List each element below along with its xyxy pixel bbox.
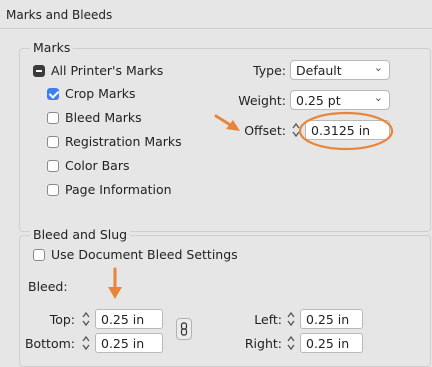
color-bars-checkbox[interactable]: [47, 160, 59, 172]
type-label: Type:: [253, 63, 286, 78]
top-input[interactable]: 0.25 in: [95, 309, 163, 329]
right-stepper[interactable]: [285, 333, 299, 353]
all-printers-marks-label[interactable]: All Printer's Marks: [51, 63, 163, 78]
right-label: Right:: [244, 336, 282, 351]
registration-marks-label[interactable]: Registration Marks: [65, 134, 182, 149]
bleed-marks-label[interactable]: Bleed Marks: [65, 110, 142, 125]
bleed-slug-legend: Bleed and Slug: [30, 227, 131, 242]
top-input-value: 0.25 in: [101, 312, 145, 327]
stepper-icon: [82, 335, 90, 351]
top-label: Top:: [49, 312, 75, 327]
weight-label: Weight:: [238, 93, 286, 108]
chevron-down-icon: ⌄: [373, 91, 383, 104]
left-input-value: 0.25 in: [306, 312, 350, 327]
all-printers-marks-checkbox[interactable]: [33, 65, 45, 77]
bleed-label: Bleed:: [28, 279, 68, 294]
page-information-label[interactable]: Page Information: [65, 182, 172, 197]
marks-legend: Marks: [30, 40, 74, 55]
chain-link-icon: [180, 322, 188, 336]
weight-select-value: 0.25 pt: [296, 93, 341, 108]
offset-label: Offset:: [244, 123, 286, 138]
right-input[interactable]: 0.25 in: [300, 333, 363, 353]
stepper-icon: [82, 311, 90, 327]
link-settings-button[interactable]: [176, 318, 192, 340]
chevron-down-icon: ⌄: [373, 61, 383, 74]
bleed-marks-checkbox[interactable]: [47, 112, 59, 124]
section-title: Marks and Bleeds: [6, 8, 113, 22]
use-document-bleed-label[interactable]: Use Document Bleed Settings: [51, 247, 238, 262]
type-select-value: Default: [296, 63, 342, 78]
bottom-label: Bottom:: [24, 336, 75, 351]
offset-stepper[interactable]: [290, 120, 304, 140]
bottom-stepper[interactable]: [80, 333, 94, 353]
section-header: Marks and Bleeds: [0, 0, 432, 29]
left-input[interactable]: 0.25 in: [300, 309, 363, 329]
offset-input-value: 0.3125 in: [311, 123, 371, 138]
stepper-icon: [287, 335, 295, 351]
registration-marks-checkbox[interactable]: [47, 136, 59, 148]
stepper-icon: [287, 311, 295, 327]
weight-select[interactable]: 0.25 pt ⌄: [290, 90, 390, 110]
bottom-input-value: 0.25 in: [101, 336, 145, 351]
stepper-icon: [292, 122, 300, 138]
offset-input[interactable]: 0.3125 in: [305, 120, 390, 140]
crop-marks-label[interactable]: Crop Marks: [65, 86, 135, 101]
top-stepper[interactable]: [80, 309, 94, 329]
crop-marks-checkbox[interactable]: [47, 88, 59, 100]
right-input-value: 0.25 in: [306, 336, 350, 351]
use-document-bleed-checkbox[interactable]: [33, 249, 45, 261]
type-select[interactable]: Default ⌄: [290, 60, 390, 80]
left-stepper[interactable]: [285, 309, 299, 329]
page-information-checkbox[interactable]: [47, 184, 59, 196]
bottom-input[interactable]: 0.25 in: [95, 333, 163, 353]
left-label: Left:: [254, 312, 282, 327]
color-bars-label[interactable]: Color Bars: [65, 158, 130, 173]
